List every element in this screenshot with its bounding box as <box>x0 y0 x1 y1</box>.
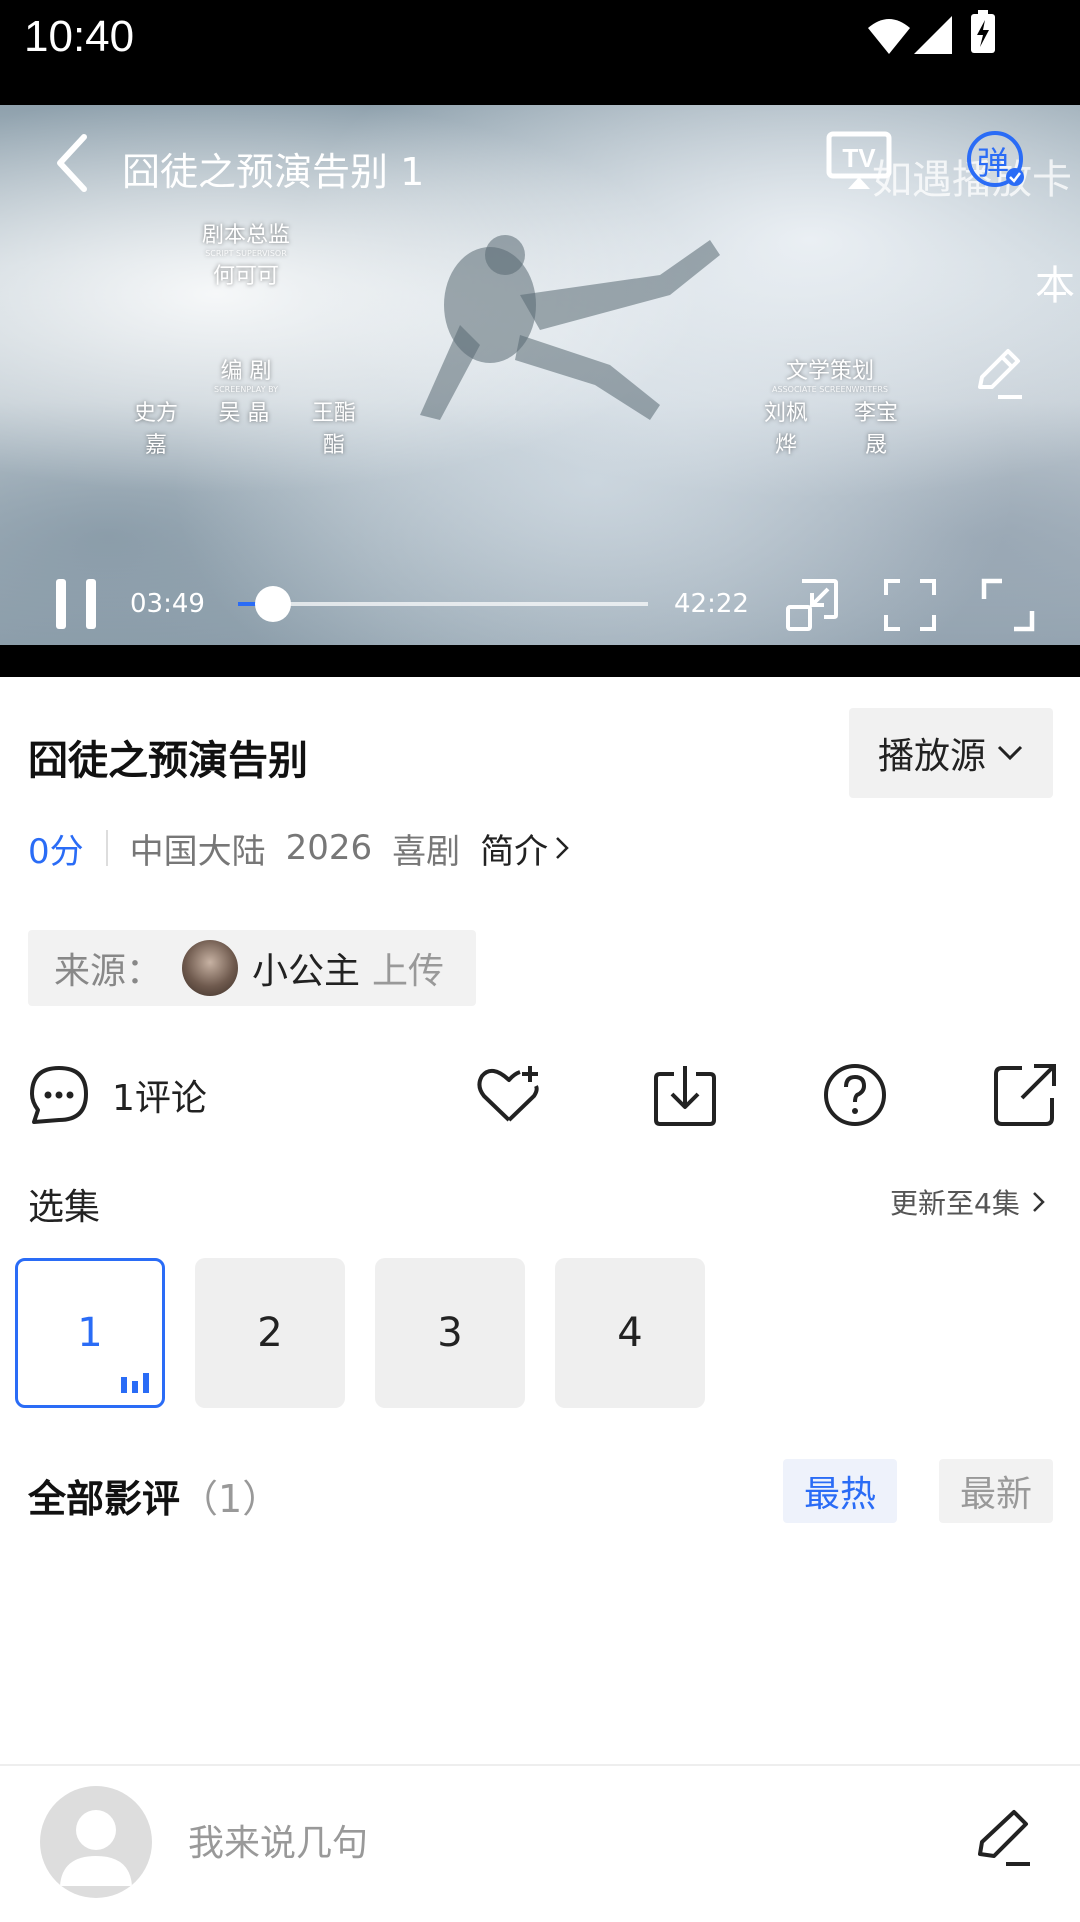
comment-bar <box>0 1764 1080 1922</box>
credit-name: 史方嘉 <box>133 401 178 458</box>
send-danmu-icon[interactable] <box>968 345 1026 403</box>
comment-input[interactable] <box>186 1812 950 1874</box>
wifi-icon <box>868 19 910 54</box>
falling-figure-image <box>420 235 720 420</box>
uploader-suffix: 上传 <box>372 951 445 992</box>
back-icon[interactable] <box>48 131 98 195</box>
credit-block: 刘枫烨 <box>756 395 816 459</box>
credit-block: 史方嘉 <box>126 395 186 459</box>
comment-button[interactable]: 1评论 <box>28 1064 207 1126</box>
danmu-label: 弹 <box>977 144 1010 182</box>
credit-block: 李宝晟 <box>846 395 906 459</box>
uploader-label: 来源： <box>54 951 163 992</box>
fullscreen-icon[interactable] <box>980 577 1036 633</box>
credit-name: 刘枫烨 <box>763 401 808 458</box>
uploader-avatar <box>182 940 239 996</box>
progress-thumb[interactable] <box>255 586 291 622</box>
region: 中国大陆 <box>129 831 266 872</box>
episodes-update-text: 更新至4集 <box>890 1187 1020 1220</box>
genre: 喜剧 <box>392 831 461 872</box>
credit-title: 文学策划 <box>785 359 874 384</box>
compose-icon[interactable] <box>972 1806 1034 1868</box>
credit-name: 王酯酯 <box>311 401 356 458</box>
help-icon[interactable] <box>822 1062 888 1128</box>
credit-name: 何可可 <box>212 264 279 289</box>
favorite-add-icon[interactable] <box>476 1062 542 1128</box>
intro-link-label: 简介 <box>480 831 549 872</box>
episode-number: 2 <box>257 1310 283 1356</box>
side-text: 本 <box>1035 263 1075 309</box>
video-player[interactable]: 剧本总监 SCRIPT SUPERVISOR 何可可 编 剧 SCREENPLA… <box>0 105 1080 677</box>
episode-number: 3 <box>437 1310 463 1356</box>
comment-count: 1评论 <box>112 1078 207 1119</box>
credit-block: 吴 晶 <box>214 395 274 427</box>
divider <box>105 830 108 866</box>
credit-name: 李宝晟 <box>853 401 898 458</box>
credit-block: 王酯酯 <box>304 395 364 459</box>
reviews-title: 全部影评（1） <box>28 1468 280 1523</box>
uploader-name: 小公主 <box>252 951 361 992</box>
danmu-toggle-button[interactable]: 弹 <box>965 129 1025 189</box>
source-select-button[interactable]: 播放源 <box>849 708 1053 798</box>
video-title: 囧徒之预演告别 1 <box>122 150 425 194</box>
source-select-label: 播放源 <box>877 736 986 777</box>
pause-icon[interactable] <box>54 577 98 631</box>
credit-title: 编 剧 <box>220 359 272 384</box>
battery-icon <box>971 10 995 53</box>
default-avatar-icon <box>60 1810 132 1886</box>
cast-tv-icon[interactable]: TV <box>826 131 892 191</box>
credit-block: 编 剧 SCREENPLAY BY <box>196 353 296 394</box>
fit-screen-icon[interactable] <box>882 577 938 633</box>
episodes-update-link[interactable]: 更新至4集 <box>890 1182 1046 1222</box>
episode-item-4[interactable]: 4 <box>555 1258 705 1408</box>
show-title: 囧徒之预演告别 <box>28 738 308 784</box>
credit-name: 吴 晶 <box>218 401 270 426</box>
year: 2026 <box>285 828 373 868</box>
reviews-title-text: 全部影评 <box>28 1477 181 1521</box>
episode-number: 1 <box>77 1310 103 1356</box>
status-bar: 10:40 <box>0 0 1080 105</box>
share-icon[interactable] <box>992 1062 1058 1128</box>
episode-item-3[interactable]: 3 <box>375 1258 525 1408</box>
meta-row: 0分 中国大陆 2026 喜剧 简介 <box>28 824 570 872</box>
score: 0分 <box>28 831 84 872</box>
episode-number: 4 <box>617 1310 643 1356</box>
total-time: 42:22 <box>674 589 749 619</box>
download-icon[interactable] <box>652 1062 718 1128</box>
episode-item-1[interactable]: 1 <box>15 1258 165 1408</box>
credit-subtitle: SCRIPT SUPERVISOR <box>205 249 287 258</box>
reviews-count: （1） <box>180 1477 281 1521</box>
status-time: 10:40 <box>24 12 135 61</box>
svg-text:TV: TV <box>842 143 876 173</box>
episodes-label: 选集 <box>28 1187 101 1228</box>
episode-item-2[interactable]: 2 <box>195 1258 345 1408</box>
intro-link[interactable]: 简介 <box>480 824 570 873</box>
picture-in-picture-icon[interactable] <box>784 577 840 633</box>
progress-track[interactable] <box>238 602 648 606</box>
sort-new-tab[interactable]: 最新 <box>939 1459 1053 1523</box>
credit-block: 文学策划 ASSOCIATE SCREENWRITERS <box>770 353 890 394</box>
signal-icon <box>914 16 952 54</box>
chevron-right-icon <box>1032 1192 1045 1212</box>
now-playing-icon <box>121 1373 149 1393</box>
sort-hot-tab[interactable]: 最热 <box>783 1459 897 1523</box>
current-time: 03:49 <box>130 589 205 619</box>
uploader-box[interactable]: 来源： 小公主 上传 <box>28 930 476 1006</box>
credit-title: 剧本总监 <box>201 223 290 248</box>
comment-icon <box>30 1066 88 1124</box>
user-avatar[interactable] <box>40 1786 152 1898</box>
credit-block: 剧本总监 SCRIPT SUPERVISOR 何可可 <box>196 217 296 290</box>
credit-subtitle: SCREENPLAY BY <box>214 385 278 394</box>
chevron-right-icon <box>556 837 569 859</box>
credit-subtitle: ASSOCIATE SCREENWRITERS <box>772 385 888 394</box>
chevron-down-icon <box>997 745 1023 761</box>
